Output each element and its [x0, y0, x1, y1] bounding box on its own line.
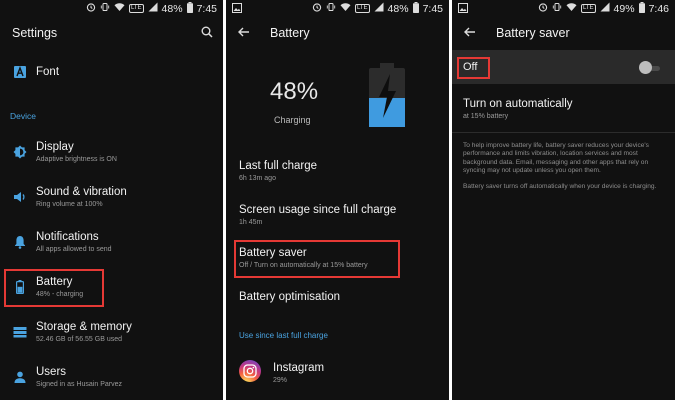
- charging-battery-icon: [369, 63, 405, 132]
- battery-optimisation-item[interactable]: Battery optimisation: [239, 291, 340, 303]
- settings-item-label: Sound & vibration: [36, 186, 127, 198]
- status-battery-icon: [186, 1, 193, 16]
- signal-icon: [148, 2, 158, 15]
- highlight-box-battery: [4, 269, 104, 307]
- last-full-charge-item[interactable]: Last full charge 6h 13m ago: [239, 160, 317, 182]
- settings-item-users[interactable]: Users Signed in as Husain Parvez: [0, 355, 223, 399]
- network-type-badge: LTE: [354, 4, 370, 13]
- settings-item-display[interactable]: Display Adaptive brightness is ON: [0, 130, 223, 174]
- item-subtitle: 6h 13m ago: [239, 175, 276, 182]
- settings-toolbar: Settings: [0, 17, 223, 49]
- alarm-icon: [86, 2, 96, 15]
- instagram-icon: [239, 360, 261, 382]
- settings-item-subtitle: Signed in as Husain Parvez: [36, 381, 122, 388]
- alarm-icon: [538, 2, 548, 15]
- item-title: Last full charge: [239, 160, 317, 172]
- brightness-icon: [0, 145, 36, 159]
- settings-item-label: Display: [36, 141, 74, 153]
- network-type-badge: LTE: [128, 4, 144, 13]
- app-usage-item-instagram[interactable]: Instagram 29%: [273, 362, 324, 384]
- highlight-box-off: [457, 57, 490, 79]
- speaker-icon: [0, 191, 36, 203]
- page-title: Battery: [270, 26, 310, 40]
- item-subtitle: 29%: [273, 377, 288, 384]
- turn-on-automatically-item[interactable]: Turn on automatically at 15% battery: [463, 98, 573, 120]
- settings-item-storage[interactable]: Storage & memory 52.46 GB of 56.55 GB us…: [0, 310, 223, 354]
- settings-item-label: Notifications: [36, 231, 99, 243]
- search-icon[interactable]: [201, 26, 213, 41]
- item-title: Screen usage since full charge: [239, 204, 397, 216]
- battery-percent-status: 48%: [387, 2, 409, 15]
- battery-saver-screen: LTE 49% 7:46 Battery saver Off Turn on a…: [452, 0, 675, 400]
- page-title: Settings: [12, 26, 58, 40]
- item-title: Turn on automatically: [463, 98, 573, 110]
- item-subtitle: 1h 45m: [239, 219, 263, 226]
- battery-saver-auto-off-note: Battery saver turns off automatically wh…: [463, 183, 657, 190]
- status-bar: LTE 48% 7:45: [0, 0, 223, 17]
- page-title: Battery saver: [496, 26, 570, 40]
- battery-percentage: 48%: [270, 78, 319, 105]
- back-arrow-icon[interactable]: [464, 26, 476, 40]
- wifi-icon: [114, 2, 125, 15]
- network-type-badge: LTE: [580, 4, 596, 13]
- settings-item-subtitle: Adaptive brightness is ON: [36, 156, 117, 163]
- image-notification-icon: [232, 3, 242, 16]
- settings-item-subtitle: Ring volume at 100%: [36, 201, 103, 208]
- status-time: 7:45: [422, 2, 443, 15]
- bell-icon: [0, 235, 36, 249]
- status-battery-icon: [638, 1, 645, 16]
- screen-usage-item[interactable]: Screen usage since full charge 1h 45m: [239, 204, 396, 226]
- item-subtitle: at 15% battery: [463, 113, 509, 120]
- battery-percent-status: 49%: [613, 2, 635, 15]
- item-title: Instagram: [273, 362, 325, 374]
- vibrate-icon: [100, 2, 110, 15]
- signal-icon: [374, 2, 384, 15]
- user-icon: [0, 371, 36, 383]
- battery-screen: LTE 48% 7:45 Battery 48% Charging Last f…: [226, 0, 449, 400]
- battery-saver-toggle[interactable]: [639, 61, 652, 74]
- back-arrow-icon[interactable]: [238, 26, 250, 40]
- divider: [452, 132, 675, 133]
- screenshot-stage: LTE 48% 7:45 Settings Font Device Displa…: [0, 0, 675, 400]
- status-battery-icon: [412, 1, 419, 16]
- vibrate-icon: [552, 2, 562, 15]
- status-time: 7:45: [196, 2, 217, 15]
- settings-item-subtitle: 52.46 GB of 56.55 GB used: [36, 336, 123, 343]
- vibrate-icon: [326, 2, 336, 15]
- wifi-icon: [566, 2, 577, 15]
- settings-item-label: Storage & memory: [36, 321, 132, 333]
- status-bar: LTE 49% 7:46: [452, 0, 675, 17]
- status-time: 7:46: [648, 2, 669, 15]
- settings-screen: LTE 48% 7:45 Settings Font Device Displa…: [0, 0, 223, 400]
- font-icon: [0, 66, 36, 78]
- settings-item-label: Users: [36, 366, 67, 378]
- battery-saver-description: To help improve battery life, battery sa…: [463, 142, 649, 175]
- charging-status: Charging: [274, 115, 311, 125]
- highlight-box-battery-saver: [234, 240, 400, 278]
- section-header-usage: Use since last full charge: [239, 331, 328, 340]
- section-header-device: Device: [10, 111, 36, 121]
- signal-icon: [600, 2, 610, 15]
- battery-saver-toolbar: Battery saver: [452, 17, 675, 49]
- storage-icon: [0, 326, 36, 338]
- settings-item-notifications[interactable]: Notifications All apps allowed to send: [0, 220, 223, 264]
- settings-item-sound[interactable]: Sound & vibration Ring volume at 100%: [0, 175, 223, 219]
- settings-item-font[interactable]: Font: [0, 50, 223, 94]
- alarm-icon: [312, 2, 322, 15]
- settings-item-label: Font: [36, 66, 60, 78]
- battery-toolbar: Battery: [226, 17, 449, 49]
- item-title: Battery optimisation: [239, 291, 340, 303]
- settings-item-subtitle: All apps allowed to send: [36, 246, 112, 253]
- battery-percent-status: 48%: [161, 2, 183, 15]
- wifi-icon: [340, 2, 351, 15]
- image-notification-icon: [458, 3, 468, 16]
- status-bar: LTE 48% 7:45: [226, 0, 449, 17]
